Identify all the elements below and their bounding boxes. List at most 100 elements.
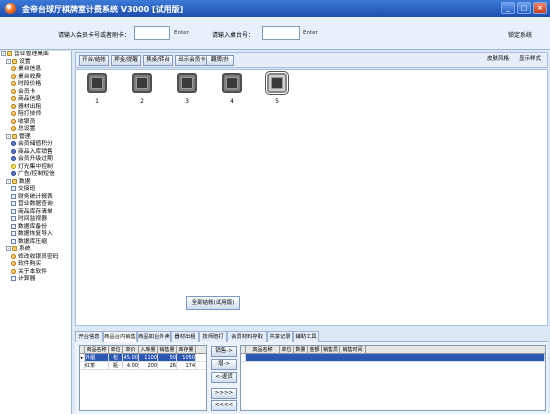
- sidebar-item[interactable]: 桌台收费: [0, 73, 71, 82]
- cell-stock: 1050: [177, 354, 196, 361]
- sidebar-item[interactable]: 收银员: [0, 118, 71, 127]
- sell-button[interactable]: 销售->: [211, 346, 237, 357]
- sidebar-item-label: 管理: [19, 133, 31, 140]
- display-style-button[interactable]: 显示样式: [516, 55, 544, 66]
- table-5[interactable]: 5: [262, 71, 292, 105]
- sidebar-item[interactable]: 广告/控制短信: [0, 171, 71, 179]
- minimize-button[interactable]: _: [501, 2, 515, 14]
- collapse-icon[interactable]: -: [6, 246, 11, 251]
- table-2[interactable]: 2: [127, 73, 157, 105]
- collapse-icon[interactable]: -: [6, 133, 11, 139]
- sidebar-item[interactable]: - 系统: [0, 246, 71, 254]
- sidebar-item[interactable]: 数据恢复导入: [0, 231, 71, 239]
- checkout-all-button[interactable]: 全部结帐(试用版): [186, 296, 240, 310]
- circle-icon: [11, 126, 16, 131]
- member-card-input[interactable]: [134, 26, 170, 40]
- sidebar-item[interactable]: 交接班: [0, 186, 71, 194]
- sidebar-item[interactable]: - 数据: [0, 178, 71, 187]
- cell-stock: 174: [177, 362, 196, 369]
- sidebar-item[interactable]: 桌台信息: [0, 66, 71, 74]
- cell-unit: 包: [109, 354, 123, 361]
- table-row[interactable]: 红茶 瓶 4.00 200 26 174: [80, 362, 206, 370]
- table-1[interactable]: 1: [82, 73, 112, 105]
- sidebar-item[interactable]: 商品入库销售: [0, 148, 71, 157]
- circle-icon: [11, 103, 16, 109]
- tab-technician[interactable]: 技师陪打: [199, 331, 227, 342]
- table-number-input[interactable]: [262, 26, 300, 40]
- circle-icon: [11, 73, 16, 79]
- sidebar-item[interactable]: 总设置: [0, 126, 71, 134]
- close-button[interactable]: ×: [533, 2, 547, 14]
- collapse-icon[interactable]: -: [6, 58, 11, 64]
- sidebar-item[interactable]: 计算器: [0, 276, 71, 284]
- tab-equipment-rental[interactable]: 器材出租: [171, 331, 199, 342]
- collapse-icon[interactable]: -: [1, 51, 6, 56]
- sidebar-item[interactable]: 数据库备份: [0, 223, 71, 232]
- table-3[interactable]: 3: [172, 73, 202, 105]
- sidebar-item-label: 商品库存清单: [18, 208, 53, 215]
- sidebar-item[interactable]: 营业数据查询: [0, 201, 71, 209]
- folder-icon: [12, 58, 17, 64]
- sidebar-item[interactable]: 灯光集中控制: [0, 163, 71, 172]
- col-stock: 库存量: [177, 346, 196, 353]
- sidebar-item[interactable]: 软件购买: [0, 261, 71, 269]
- tab-takeaway[interactable]: 商品如台外卖: [137, 331, 171, 342]
- move-all-left-button[interactable]: <<<<: [211, 400, 237, 411]
- table-row[interactable]: [241, 354, 545, 362]
- return-button[interactable]: <-退货: [211, 372, 237, 383]
- sidebar-item[interactable]: 时间监视器: [0, 216, 71, 224]
- sidebar-item[interactable]: 时段价格: [0, 81, 71, 89]
- move-all-right-button[interactable]: >>>>: [211, 388, 237, 399]
- collapse-icon[interactable]: -: [6, 178, 11, 184]
- sheet-icon: [11, 276, 16, 281]
- sidebar-item[interactable]: 数据库压缩: [0, 238, 71, 247]
- sheet-icon: [11, 193, 16, 199]
- circle-icon: [11, 111, 16, 116]
- sidebar-item-label: 软件购买: [18, 261, 42, 267]
- sidebar-item[interactable]: 商品信息: [0, 96, 71, 104]
- tab-member-storage[interactable]: 会员材料存取: [227, 331, 267, 342]
- folder-icon: [12, 246, 17, 251]
- col-seller: 销售员: [322, 346, 340, 353]
- maximize-button[interactable]: □: [517, 2, 531, 14]
- skin-style-button[interactable]: 皮肤风格: [484, 55, 512, 66]
- sales-detail-table: 商品名称 单位 数量 金额 销售员 销售时间: [240, 345, 546, 411]
- sidebar-item-label: 桌台信息: [18, 66, 42, 72]
- sidebar-item-label: 会员储值积分: [18, 141, 53, 147]
- tab-open-info[interactable]: 开台信息: [75, 331, 103, 342]
- sidebar-item[interactable]: 会员卡: [0, 88, 71, 97]
- sheet-icon: [11, 208, 16, 214]
- flip-card-button[interactable]: 翻牌/扑: [206, 55, 234, 66]
- gift-button[interactable]: 增->: [211, 359, 237, 370]
- table-number: 5: [275, 98, 279, 105]
- tab-shared-records[interactable]: 共享记录: [267, 331, 293, 342]
- member-card-label: 请输入会员卡号或者刷卡：: [58, 32, 131, 39]
- sidebar-item[interactable]: 商品库存清单: [0, 208, 71, 217]
- sidebar-item[interactable]: 器材出租: [0, 103, 71, 112]
- sidebar-item[interactable]: 陪打技师: [0, 111, 71, 119]
- sidebar-item[interactable]: 修改收银员密码: [0, 253, 71, 262]
- sidebar-item[interactable]: 财务统计报表: [0, 193, 71, 202]
- table-4[interactable]: 4: [217, 73, 247, 105]
- sidebar-item-label: 数据库压缩: [18, 238, 47, 245]
- deposit-reminder-button[interactable]: 押金/提醒: [111, 55, 141, 66]
- tab-in-table-sales[interactable]: 商品台内销售: [103, 331, 137, 342]
- open-checkout-button[interactable]: 开台/结帐: [79, 55, 109, 66]
- sidebar-item[interactable]: - 管理: [0, 133, 71, 142]
- col-stock-in: 入库量: [139, 346, 158, 353]
- bottom-tabs: 开台信息 商品台内销售 商品如台外卖 器材出租 技师陪打 会员材料存取 共享记录…: [75, 331, 548, 342]
- tab-tools[interactable]: 辅助工具: [293, 331, 319, 342]
- show-member-card-button[interactable]: 出示会员卡: [175, 55, 209, 66]
- col-name: 商品名称: [85, 346, 109, 353]
- col-unit: 单位: [280, 346, 294, 353]
- table-row[interactable]: ▸ 外烟 包 45.00 1100 50 1050: [80, 354, 206, 362]
- sidebar-item[interactable]: - 营业管理桌面: [0, 51, 71, 59]
- sidebar-item[interactable]: - 设置: [0, 58, 71, 67]
- sidebar-item[interactable]: 关于本软件: [0, 268, 71, 277]
- table-number: 1: [95, 98, 99, 105]
- sidebar-item[interactable]: 会员储值积分: [0, 141, 71, 149]
- sidebar-item[interactable]: 会员升级过期: [0, 156, 71, 164]
- table-number: 2: [140, 98, 144, 105]
- lock-system-link[interactable]: 锁定系统: [508, 30, 532, 39]
- change-table-button[interactable]: 换桌/转台: [143, 55, 173, 66]
